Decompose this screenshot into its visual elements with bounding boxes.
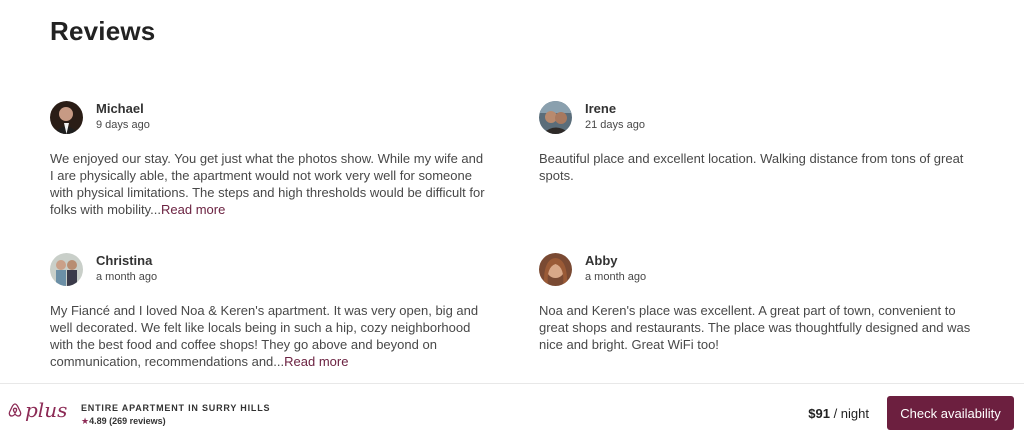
review-date: 21 days ago bbox=[585, 119, 645, 131]
check-availability-button[interactable]: Check availability bbox=[887, 396, 1014, 430]
nightly-price: $91 / night bbox=[808, 406, 869, 421]
review-card: Irene 21 days ago Beautiful place and ex… bbox=[539, 100, 979, 184]
review-date: a month ago bbox=[96, 271, 158, 283]
avatar[interactable] bbox=[50, 100, 83, 134]
avatar[interactable] bbox=[539, 252, 572, 286]
review-author: Abby a month ago bbox=[585, 253, 646, 285]
reviewer-name: Irene bbox=[585, 101, 617, 116]
review-text: Beautiful place and excellent location. … bbox=[539, 150, 979, 184]
review-text: We enjoyed our stay. You get just what t… bbox=[50, 150, 490, 218]
reviewer-name: Abby bbox=[585, 253, 618, 268]
booking-bar: plus ENTIRE APARTMENT IN SURRY HILLS ★4.… bbox=[0, 383, 1024, 435]
read-more-link[interactable]: Read more bbox=[284, 354, 348, 369]
review-author: Irene 21 days ago bbox=[585, 101, 645, 133]
review-header: Christina a month ago bbox=[50, 252, 490, 286]
read-more-link[interactable]: Read more bbox=[161, 202, 225, 217]
review-header: Michael 9 days ago bbox=[50, 100, 490, 134]
review-header: Abby a month ago bbox=[539, 252, 979, 286]
review-text: My Fiancé and I loved Noa & Keren's apar… bbox=[50, 302, 490, 370]
review-body: We enjoyed our stay. You get just what t… bbox=[50, 151, 485, 217]
review-body: Noa and Keren's place was excellent. A g… bbox=[539, 303, 971, 352]
avatar[interactable] bbox=[539, 100, 572, 134]
review-body: My Fiancé and I loved Noa & Keren's apar… bbox=[50, 303, 479, 369]
plus-wordmark: plus bbox=[25, 398, 68, 422]
review-body: Beautiful place and excellent location. … bbox=[539, 151, 964, 183]
page-title: Reviews bbox=[50, 16, 156, 46]
airbnb-plus-logo[interactable]: plus bbox=[8, 398, 67, 422]
review-author: Michael 9 days ago bbox=[96, 101, 150, 133]
rating-text: 4.89 (269 reviews) bbox=[89, 416, 166, 426]
reviewer-name: Michael bbox=[96, 101, 144, 116]
listing-type: ENTIRE APARTMENT IN SURRY HILLS bbox=[81, 403, 271, 413]
review-author: Christina a month ago bbox=[96, 253, 157, 285]
review-date: 9 days ago bbox=[96, 119, 150, 131]
review-card: Christina a month ago My Fiancé and I lo… bbox=[50, 252, 490, 370]
avatar[interactable] bbox=[50, 252, 83, 286]
review-header: Irene 21 days ago bbox=[539, 100, 979, 134]
star-icon: ★ bbox=[81, 416, 90, 426]
review-date: a month ago bbox=[585, 271, 647, 283]
price-amount: $91 bbox=[808, 406, 830, 421]
review-text: Noa and Keren's place was excellent. A g… bbox=[539, 302, 979, 353]
airbnb-logo-icon bbox=[8, 403, 22, 417]
price-unit: / night bbox=[829, 406, 869, 421]
review-card: Michael 9 days ago We enjoyed our stay. … bbox=[50, 100, 490, 218]
listing-rating: ★4.89 (269 reviews) bbox=[81, 416, 166, 427]
reviewer-name: Christina bbox=[96, 253, 153, 268]
review-card: Abby a month ago Noa and Keren's place w… bbox=[539, 252, 979, 353]
